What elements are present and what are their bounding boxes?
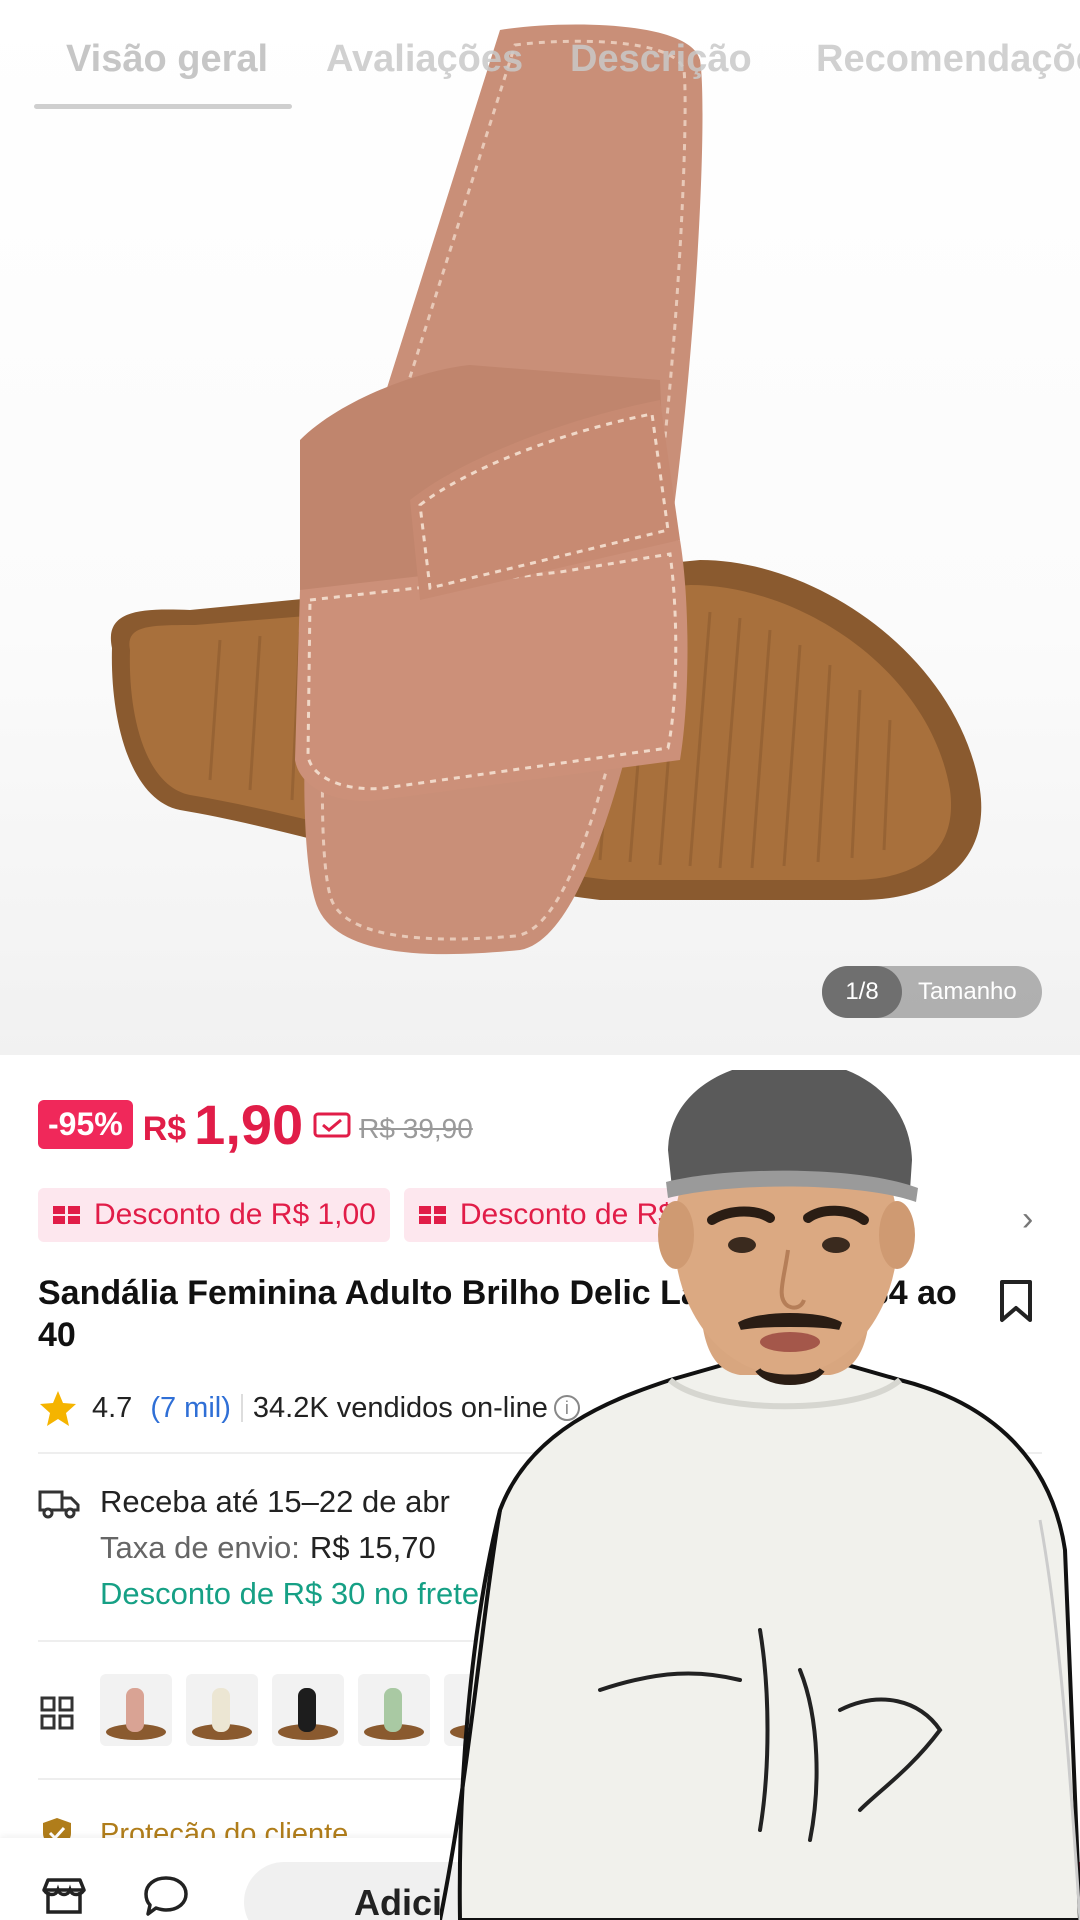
- price-value: 1,90: [194, 1093, 304, 1156]
- price-currency: R$: [142, 1110, 187, 1148]
- shipping-discount: Desconto de R$ 30 no frete: [100, 1576, 480, 1611]
- truck-icon: [38, 1490, 80, 1519]
- tab-description[interactable]: Descrição: [570, 38, 752, 81]
- tab-overview[interactable]: Visão geral: [66, 38, 268, 81]
- price-row: -95% R$ 1,90 R$ 39,90: [38, 1092, 473, 1157]
- variant-thumbnail[interactable]: [358, 1674, 430, 1746]
- rating-value: 4.7: [92, 1391, 133, 1424]
- size-label[interactable]: Tamanho: [918, 978, 1017, 1006]
- ticket-icon: [53, 1206, 80, 1224]
- coupon-icon: [313, 1112, 351, 1137]
- variant-thumbnail[interactable]: [186, 1674, 258, 1746]
- tab-underline: [34, 104, 292, 109]
- image-counter[interactable]: 1/8 Tamanho: [822, 966, 1042, 1018]
- tab-recommendations[interactable]: Recomendações: [816, 38, 1080, 81]
- chat-icon[interactable]: [142, 1874, 190, 1918]
- presenter-video-overlay: [440, 1070, 1080, 1920]
- delivery-estimate: Receba até 15–22 de abr: [100, 1484, 450, 1519]
- variant-image: [192, 1688, 252, 1740]
- product-image-area[interactable]: Visão geral Avaliações Descrição Recomen…: [0, 0, 1080, 1055]
- image-index: 1/8: [822, 966, 902, 1018]
- star-icon: [40, 1391, 76, 1426]
- variant-thumbnail[interactable]: [272, 1674, 344, 1746]
- variant-image: [106, 1688, 166, 1740]
- divider: [240, 1394, 243, 1422]
- store-icon[interactable]: [40, 1876, 88, 1916]
- variant-thumbnail[interactable]: [100, 1674, 172, 1746]
- tab-reviews[interactable]: Avaliações: [326, 38, 523, 81]
- coupon-label: Desconto de R$ 1,00: [94, 1198, 376, 1231]
- shipping-fee: Taxa de envio: R$ 15,70: [100, 1530, 436, 1566]
- variant-image: [278, 1688, 338, 1740]
- variant-image: [364, 1688, 424, 1740]
- sandal-image: [110, 24, 982, 955]
- grid-icon[interactable]: [40, 1696, 74, 1730]
- shipping-fee-label: Taxa de envio:: [100, 1530, 300, 1565]
- coupon-tag[interactable]: Desconto de R$ 1,00: [38, 1188, 390, 1242]
- shipping-fee-value: R$ 15,70: [309, 1530, 436, 1565]
- review-count-link[interactable]: (7 mil): [150, 1392, 231, 1425]
- discount-badge: -95%: [38, 1100, 133, 1149]
- tab-bar: Visão geral Avaliações Descrição Recomen…: [0, 0, 1080, 110]
